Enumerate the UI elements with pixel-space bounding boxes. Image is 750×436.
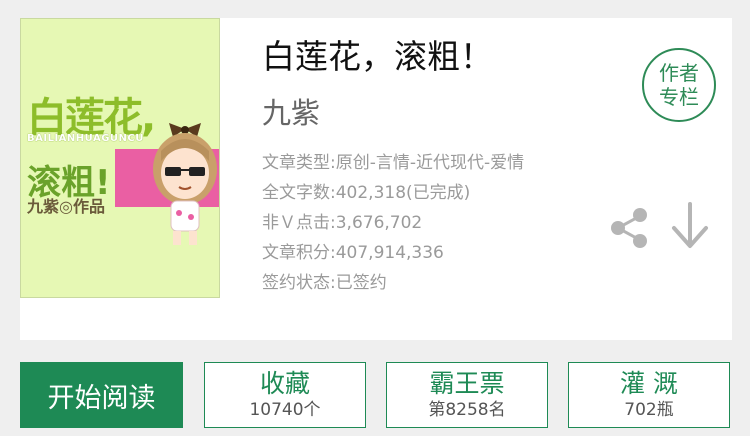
meta-type: 文章类型:原创-言情-近代现代-爱情 [262,153,525,173]
cover-girl-illustration [153,123,217,245]
share-icon[interactable] [608,206,652,250]
favorite-count: 10740个 [249,400,321,420]
book-meta: 文章类型:原创-言情-近代现代-爱情 全文字数:402,318(已完成) 非Ｖ点… [262,148,524,298]
irrigate-label: 灌 溉 [620,369,678,398]
overlord-ticket-rank: 第8258名 [428,400,506,420]
meta-score: 文章积分:407,914,336 [262,243,444,263]
overlord-ticket-label: 霸王票 [429,369,505,398]
meta-contract-status: 签约状态:已签约 [262,273,387,293]
book-cover[interactable]: 白莲花, BAILIANHUAGUNCU 滚粗! 九紫◎作品 [20,18,220,298]
book-title: 白莲花，滚粗！ [262,37,493,76]
cover-author: 九紫◎作品 [27,197,105,216]
book-author[interactable]: 九紫 [262,90,320,132]
cover-pinyin: BAILIANHUAGUNCU [27,133,144,144]
favorite-button[interactable]: 收藏 10740个 [204,362,366,428]
author-column-button[interactable]: 作者 专栏 [642,48,716,122]
author-column-line2: 专栏 [659,85,699,109]
irrigate-button[interactable]: 灌 溉 702瓶 [568,362,730,428]
start-reading-button[interactable]: 开始阅读 [20,362,183,428]
meta-word-count: 全文字数:402,318(已完成) [262,183,471,203]
download-icon[interactable] [668,200,712,252]
favorite-label: 收藏 [259,369,310,398]
irrigate-count: 702瓶 [624,400,674,420]
overlord-ticket-button[interactable]: 霸王票 第8258名 [386,362,548,428]
meta-clicks: 非Ｖ点击:3,676,702 [262,213,423,233]
author-column-line1: 作者 [659,61,699,85]
